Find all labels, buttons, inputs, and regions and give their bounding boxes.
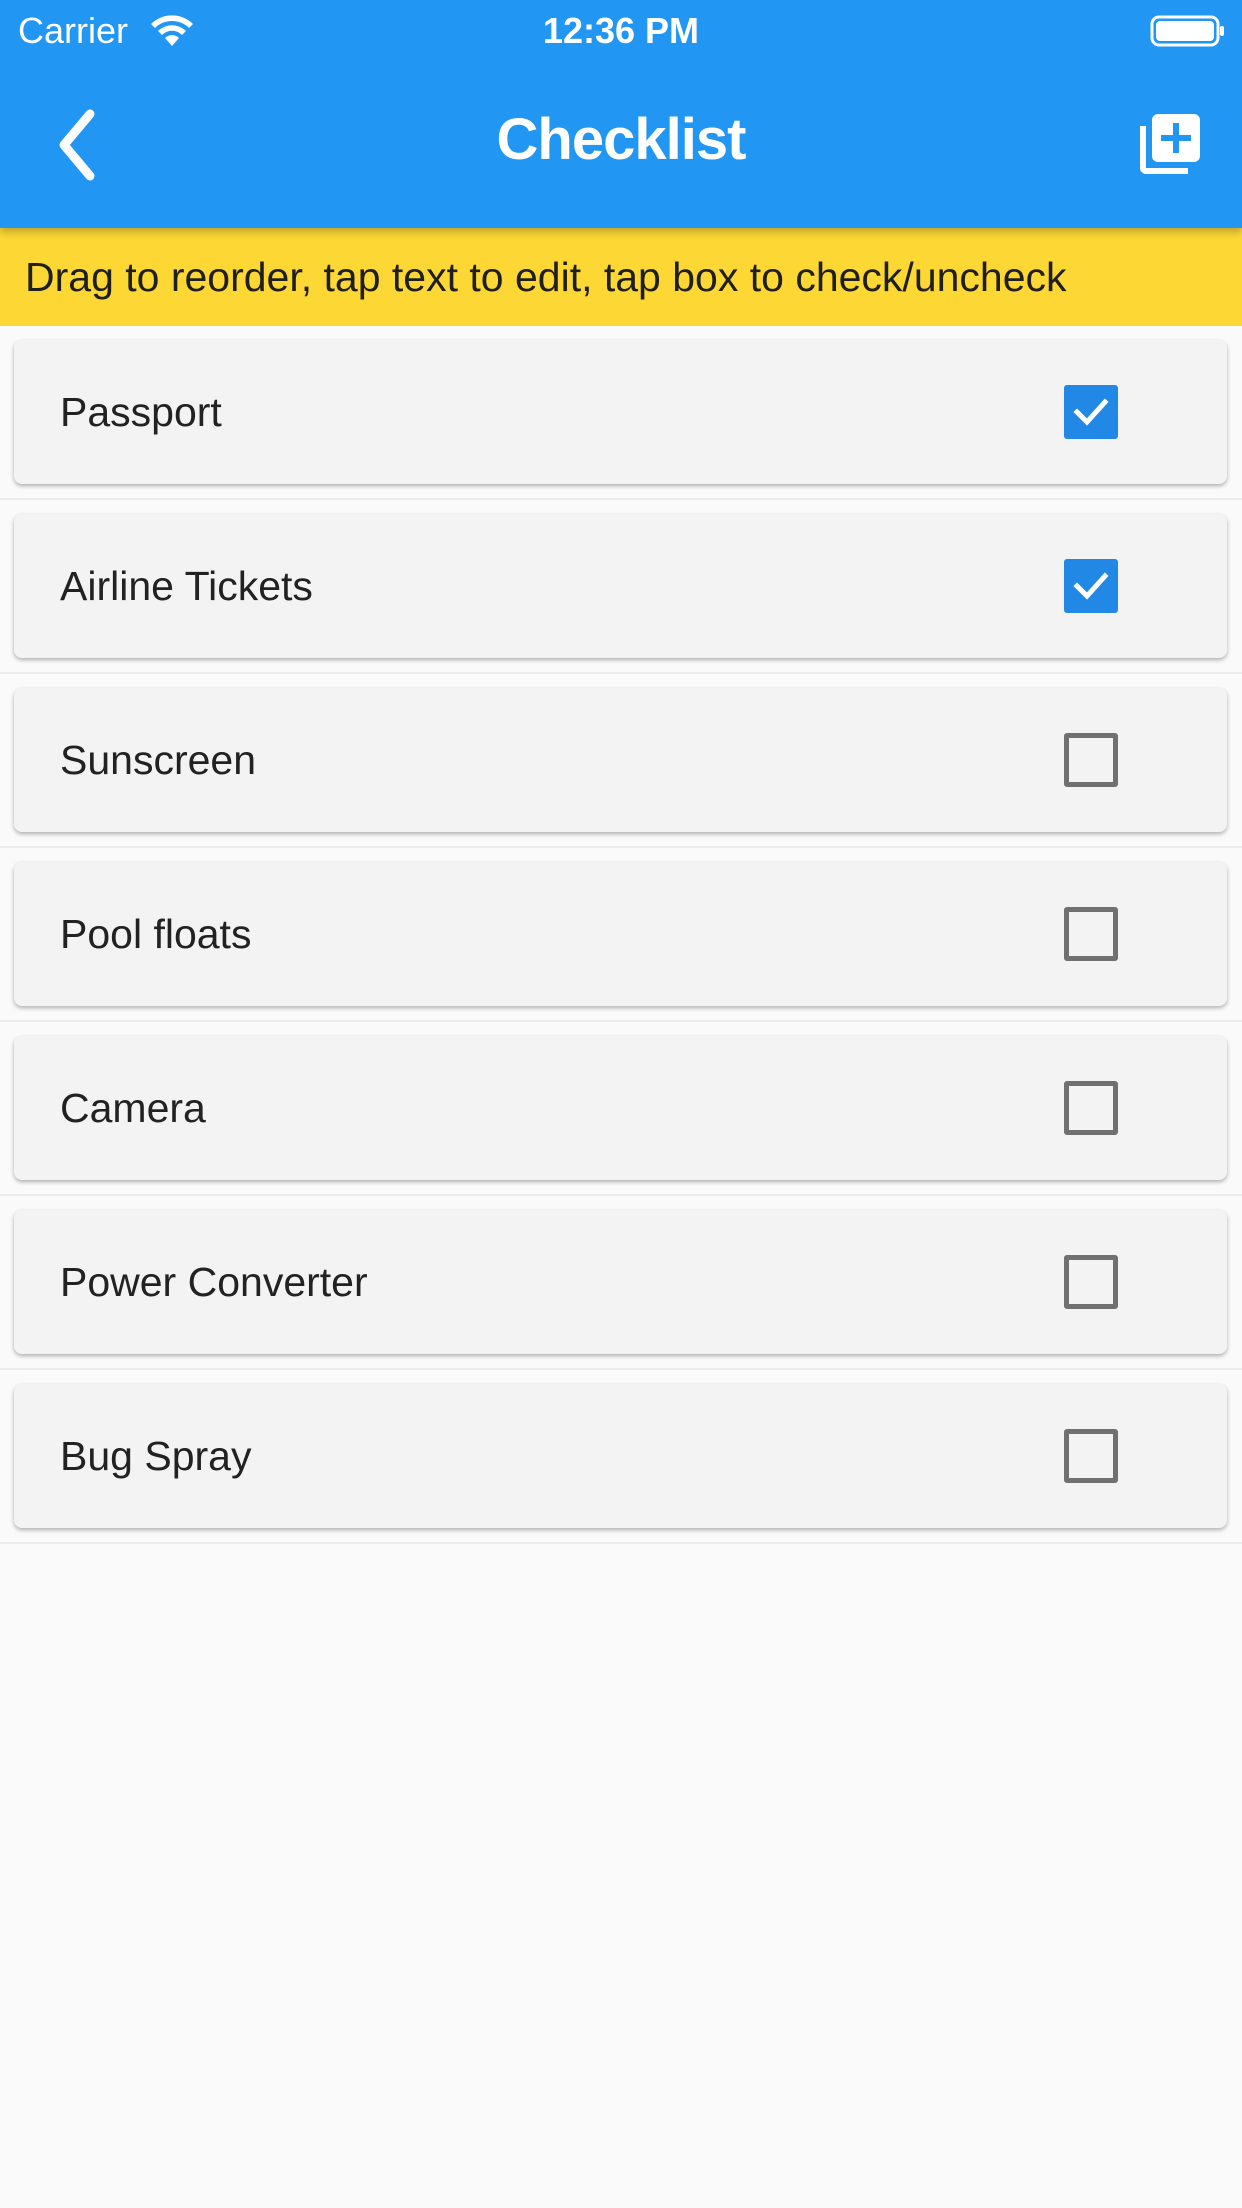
item-checkbox[interactable] bbox=[1064, 559, 1118, 613]
item-checkbox[interactable] bbox=[1064, 1081, 1118, 1135]
item-checkbox[interactable] bbox=[1064, 733, 1118, 787]
item-label[interactable]: Camera bbox=[60, 1036, 206, 1180]
app-bar: Checklist bbox=[0, 62, 1242, 228]
item-label[interactable]: Power Converter bbox=[60, 1210, 368, 1354]
checkmark-icon bbox=[1073, 572, 1109, 600]
battery-icon bbox=[1150, 15, 1224, 47]
screen: Carrier 12:36 PM Checklist Drag to reord… bbox=[0, 0, 1242, 2208]
checklist-card[interactable]: Camera bbox=[14, 1036, 1227, 1180]
checklist: Passport Airline Tickets Sunscreen Pool flo… bbox=[0, 326, 1242, 1544]
checklist-card[interactable]: Passport bbox=[14, 340, 1227, 484]
top-bar: Carrier 12:36 PM Checklist bbox=[0, 0, 1242, 228]
list-item: Bug Spray bbox=[0, 1370, 1242, 1544]
checklist-card[interactable]: Power Converter bbox=[14, 1210, 1227, 1354]
library-add-icon bbox=[1140, 114, 1200, 174]
checklist-card[interactable]: Pool floats bbox=[14, 862, 1227, 1006]
checklist-card[interactable]: Bug Spray bbox=[14, 1384, 1227, 1528]
item-label[interactable]: Airline Tickets bbox=[60, 514, 313, 658]
item-checkbox[interactable] bbox=[1064, 907, 1118, 961]
list-item: Sunscreen bbox=[0, 674, 1242, 848]
page-title: Checklist bbox=[496, 107, 747, 172]
item-label[interactable]: Passport bbox=[60, 340, 222, 484]
checkmark-icon bbox=[1073, 398, 1109, 426]
list-item: Passport bbox=[0, 326, 1242, 500]
add-item-button[interactable] bbox=[1134, 108, 1206, 180]
item-label[interactable]: Pool floats bbox=[60, 862, 251, 1006]
item-label[interactable]: Sunscreen bbox=[60, 688, 256, 832]
item-checkbox[interactable] bbox=[1064, 1429, 1118, 1483]
item-label[interactable]: Bug Spray bbox=[60, 1384, 251, 1528]
status-bar: Carrier 12:36 PM bbox=[0, 0, 1242, 62]
checklist-card[interactable]: Airline Tickets bbox=[14, 514, 1227, 658]
item-checkbox[interactable] bbox=[1064, 385, 1118, 439]
list-item: Pool floats bbox=[0, 848, 1242, 1022]
instruction-banner: Drag to reorder, tap text to edit, tap b… bbox=[0, 228, 1242, 326]
item-checkbox[interactable] bbox=[1064, 1255, 1118, 1309]
list-item: Camera bbox=[0, 1022, 1242, 1196]
status-time: 12:36 PM bbox=[542, 10, 700, 51]
list-item: Power Converter bbox=[0, 1196, 1242, 1370]
list-item: Airline Tickets bbox=[0, 500, 1242, 674]
checklist-card[interactable]: Sunscreen bbox=[14, 688, 1227, 832]
